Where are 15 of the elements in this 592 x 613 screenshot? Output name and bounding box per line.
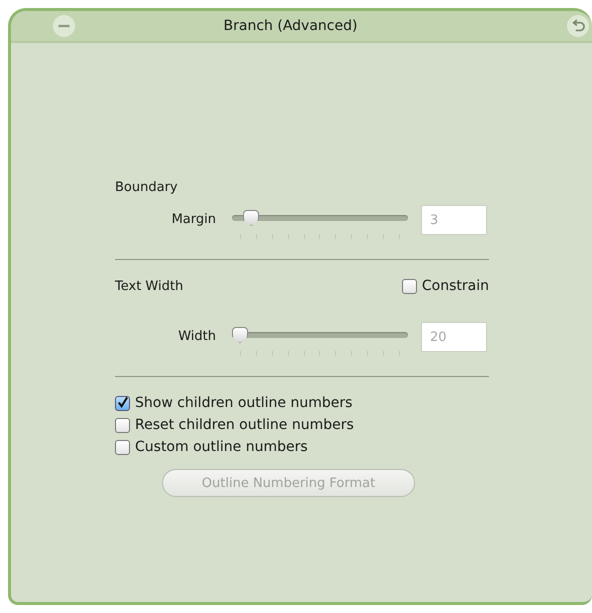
checkbox-label[interactable]: Custom outline numbers [135, 439, 308, 455]
window-title: Branch (Advanced) [224, 18, 358, 34]
checkbox[interactable] [402, 278, 417, 294]
slider-label: Width [177, 328, 216, 344]
checkbox[interactable] [115, 418, 130, 432]
checkbox[interactable] [115, 396, 130, 410]
checkbox-label[interactable]: Reset children outline numbers [135, 417, 354, 433]
checkbox[interactable] [115, 440, 130, 454]
checkbox-label[interactable]: Constrain [422, 278, 489, 294]
section-heading: Boundary [115, 180, 179, 195]
section-heading: Text Width [115, 278, 184, 294]
slider-label: Margin [170, 211, 216, 227]
checkbox-label[interactable]: Show children outline numbers [135, 395, 352, 411]
minimize-icon[interactable] [53, 15, 75, 37]
revert-icon[interactable] [567, 15, 589, 37]
